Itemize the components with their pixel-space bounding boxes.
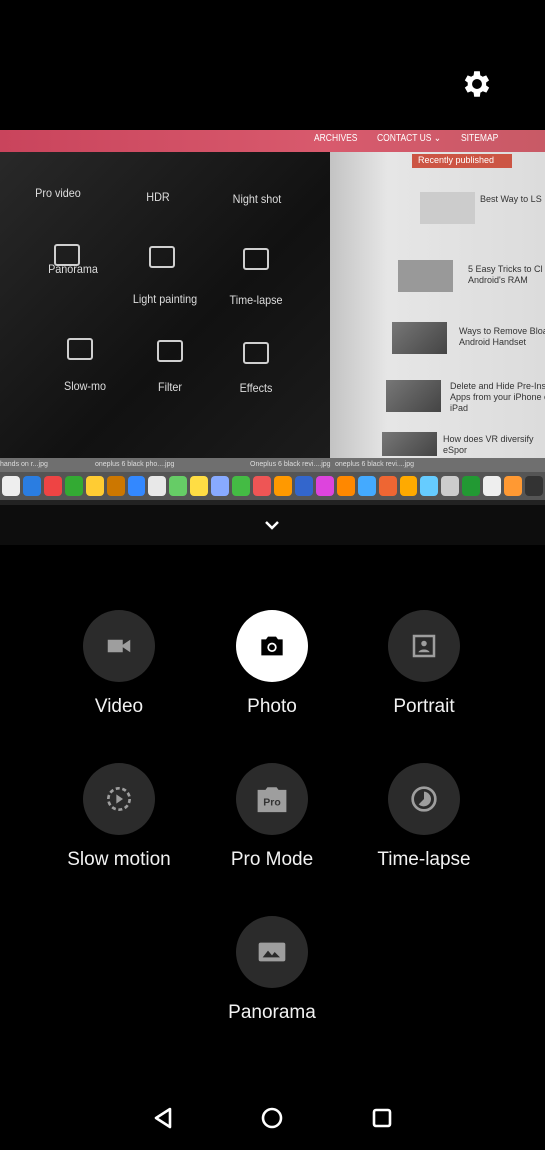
mode-panorama[interactable]: Panorama [197, 916, 347, 1024]
videocam-icon[interactable] [83, 610, 155, 682]
preview-article: 5 Easy Tricks to Cl Android's RAM [468, 264, 543, 285]
settings-gear-icon[interactable] [460, 67, 494, 101]
back-icon[interactable] [148, 1103, 178, 1133]
home-icon[interactable] [257, 1103, 287, 1133]
mode-slow-motion[interactable]: Slow motion [44, 763, 194, 871]
preview-mode: Time-lapse [229, 293, 283, 307]
pro-icon[interactable]: Pro [236, 763, 308, 835]
preview-nav: ARCHIVES [314, 133, 358, 144]
preview-article: Ways to Remove Bloa from Android Handset [459, 326, 545, 347]
preview-mode: Panorama [48, 262, 98, 276]
timelapse-icon[interactable] [388, 763, 460, 835]
mode-label: Slow motion [67, 849, 171, 870]
mode-photo[interactable]: Photo [197, 610, 347, 718]
mode-label: Pro Mode [230, 849, 314, 870]
slow-motion-icon[interactable] [83, 763, 155, 835]
preview-heading: Recently published [412, 154, 512, 168]
preview-dock [0, 472, 545, 500]
preview-mode: Pro video [35, 186, 81, 200]
panorama-icon[interactable] [236, 916, 308, 988]
camera-viewfinder[interactable]: ARCHIVES CONTACT US ⌄ SITEMAP Recently p… [0, 130, 545, 510]
preview-mode: Night shot [232, 192, 282, 206]
preview-article: Best Way to LS Process [480, 194, 545, 204]
mode-label: Video [94, 696, 144, 717]
mode-pro-mode[interactable]: Pro Pro Mode [197, 763, 347, 871]
preview-mode: HDR [146, 190, 170, 204]
mode-video[interactable]: Video [44, 610, 194, 718]
mode-label: Time-lapse [377, 849, 471, 870]
mode-label: Photo [247, 696, 297, 717]
svg-text:Pro: Pro [263, 798, 280, 809]
mode-label: Panorama [228, 1002, 316, 1023]
mode-label: Portrait [393, 696, 455, 717]
preview-mode: Filter [157, 380, 182, 394]
preview-nav: SITEMAP [461, 133, 499, 144]
portrait-icon[interactable] [388, 610, 460, 682]
camera-icon[interactable] [236, 610, 308, 682]
preview-mode: Slow-mo [63, 379, 107, 393]
preview-article: Delete and Hide Pre-Insta Apps from your… [450, 381, 545, 413]
mode-portrait[interactable]: Portrait [349, 610, 499, 718]
preview-nav: CONTACT US ⌄ [377, 133, 441, 144]
chevron-down-icon[interactable] [262, 515, 282, 535]
mode-time-lapse[interactable]: Time-lapse [349, 763, 499, 871]
preview-article: How does VR diversify eSpor [443, 434, 534, 455]
preview-mode: Effects [239, 381, 273, 395]
preview-mode: Light painting [132, 292, 198, 306]
recents-icon[interactable] [367, 1103, 397, 1133]
preview-file-tabs: hands on r...jpg oneplus 6 black pho....… [0, 458, 545, 472]
